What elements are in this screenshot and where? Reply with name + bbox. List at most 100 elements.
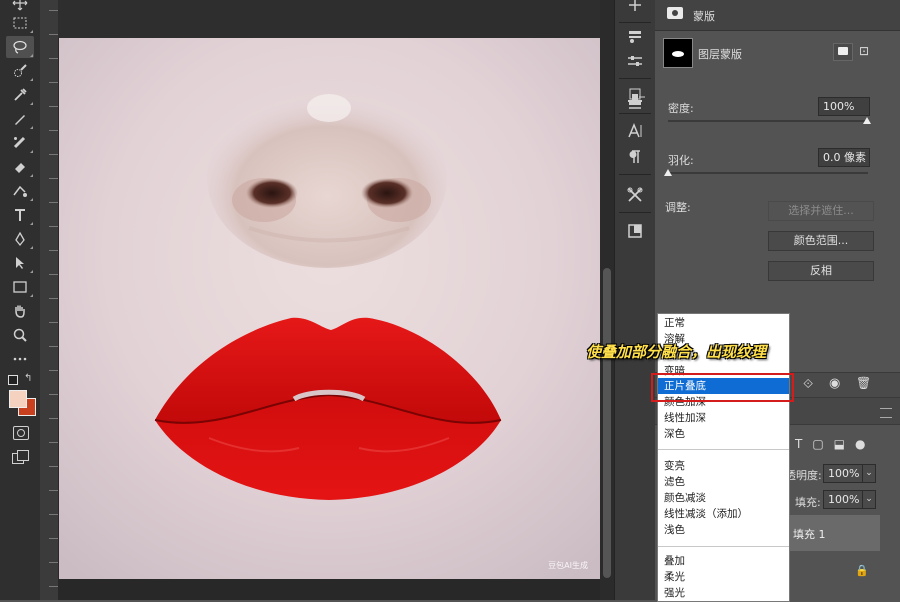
ruler-tick (49, 226, 58, 227)
fill-field[interactable]: 100% (823, 490, 865, 509)
fill-label: 填充: (795, 496, 821, 509)
lasso-icon[interactable] (6, 36, 34, 58)
select-mask-icon[interactable] (833, 43, 853, 61)
history-icon[interactable] (623, 0, 647, 16)
rectangle-icon[interactable] (6, 276, 34, 298)
opacity-field[interactable]: 100% (823, 464, 865, 483)
layer-filter-icons[interactable]: T▢⬓● (795, 437, 875, 451)
ruler-tick (49, 562, 58, 563)
adjust-icon[interactable] (623, 26, 647, 48)
canvas-pasteboard (58, 0, 606, 38)
vertical-ruler (40, 0, 59, 600)
pen-icon[interactable] (6, 228, 34, 250)
healing-icon[interactable] (6, 132, 34, 154)
ruler-tick (49, 322, 58, 323)
ruler-tick (49, 202, 58, 203)
ruler-tick (49, 178, 58, 179)
tools-icon[interactable] (623, 184, 647, 206)
ruler-tick (49, 442, 58, 443)
stamp-panel-icon[interactable] (623, 90, 647, 112)
select-and-mask-button[interactable]: 选择并遮住... (768, 201, 874, 221)
swap-colors-icon[interactable]: ↰ (24, 373, 32, 384)
screen-mode-icon[interactable] (12, 450, 29, 464)
blend-item-lighten[interactable]: 变亮 (658, 458, 789, 474)
ruler-tick (49, 346, 58, 347)
blend-item-darker-color[interactable]: 深色 (658, 426, 789, 442)
vertical-scrollbar[interactable] (600, 0, 614, 600)
blend-item-normal[interactable]: 正常 (658, 315, 789, 331)
foreground-color-swatch[interactable] (9, 390, 27, 408)
blend-item-screen[interactable]: 滤色 (658, 474, 789, 490)
ruler-tick (49, 538, 58, 539)
ruler-tick (49, 466, 58, 467)
ruler-tick (49, 370, 58, 371)
eraser-icon[interactable] (6, 156, 34, 178)
ruler-tick (49, 10, 58, 11)
eye-icon[interactable]: ◉ (829, 376, 840, 391)
document-canvas[interactable]: 豆包AI生成 (59, 38, 600, 579)
vector-mask-icon[interactable]: ⊡ (856, 43, 872, 59)
feather-field[interactable]: 0.0 像素 (818, 148, 870, 167)
ruler-tick (49, 298, 58, 299)
properties-tab-title: 蒙版 (693, 10, 715, 23)
zoom-icon[interactable] (6, 324, 34, 346)
character-icon[interactable] (623, 120, 647, 142)
ruler-tick (49, 130, 58, 131)
blend-item-hard-light[interactable]: 强光 (658, 585, 789, 601)
eyedropper-icon[interactable] (6, 84, 34, 106)
opacity-label: 透明度: (785, 469, 822, 482)
mask-icon (667, 7, 683, 19)
feather-slider-handle[interactable] (664, 169, 672, 176)
quick-select-icon[interactable] (6, 60, 34, 82)
density-slider-handle[interactable] (863, 117, 871, 124)
more-icon[interactable] (6, 348, 34, 370)
scrollbar-thumb[interactable] (603, 268, 611, 578)
blend-item-color-dodge[interactable]: 颜色减淡 (658, 490, 789, 506)
frame-icon[interactable] (623, 220, 647, 242)
blend-item-linear-dodge[interactable]: 线性减淡（添加） (658, 506, 789, 522)
fill-dropdown-icon[interactable]: ⌄ (862, 490, 876, 509)
blend-item-overlay[interactable]: 叠加 (658, 553, 789, 569)
panel-dock (614, 0, 656, 600)
apply-mask-icon[interactable]: ⟐ (803, 377, 813, 392)
lock-icon[interactable]: 🔒 (855, 564, 869, 577)
color-range-button[interactable]: 颜色范围... (768, 231, 874, 251)
ruler-tick (49, 418, 58, 419)
paragraph-icon[interactable] (623, 146, 647, 168)
trash-icon[interactable]: 🗑 (856, 376, 871, 390)
properties-icon[interactable] (623, 50, 647, 72)
opacity-dropdown-icon[interactable]: ⌄ (862, 464, 876, 483)
gradient-icon[interactable] (6, 180, 34, 202)
type-icon[interactable] (6, 204, 34, 226)
default-colors-icon[interactable] (8, 375, 18, 385)
ruler-tick (49, 82, 58, 83)
panel-menu-icon[interactable] (880, 408, 892, 418)
blend-item-lighter-color[interactable]: 浅色 (658, 522, 789, 538)
ruler-tick (49, 250, 58, 251)
ruler-tick (49, 274, 58, 275)
watermark: 豆包AI生成 (548, 561, 588, 570)
quick-mask-icon[interactable] (13, 426, 29, 440)
layer-name: 填充 1 (793, 528, 826, 541)
layer-mask-label: 图层蒙版 (698, 48, 742, 61)
invert-button[interactable]: 反相 (768, 261, 874, 281)
ruler-tick (49, 586, 58, 587)
feather-slider[interactable] (668, 172, 868, 174)
marquee-icon[interactable] (6, 12, 34, 34)
properties-header: 蒙版 (655, 0, 900, 31)
density-field[interactable]: 100% (818, 97, 870, 116)
brush-icon[interactable] (6, 108, 34, 130)
density-slider[interactable] (668, 120, 868, 122)
ruler-tick (49, 34, 58, 35)
density-label: 密度: (668, 102, 694, 115)
feather-label: 羽化: (668, 154, 694, 167)
ruler-tick (49, 394, 58, 395)
layer-row-fill-1[interactable]: 填充 1 (785, 515, 880, 551)
layer-mask-thumbnail[interactable] (663, 38, 693, 68)
ruler-tick (49, 154, 58, 155)
annotation-text: 使叠加部分融合，出现纹理 (586, 343, 767, 361)
blend-item-linear-burn[interactable]: 线性加深 (658, 410, 789, 426)
hand-icon[interactable] (6, 300, 34, 322)
blend-item-soft-light[interactable]: 柔光 (658, 569, 789, 585)
path-select-icon[interactable] (6, 252, 34, 274)
